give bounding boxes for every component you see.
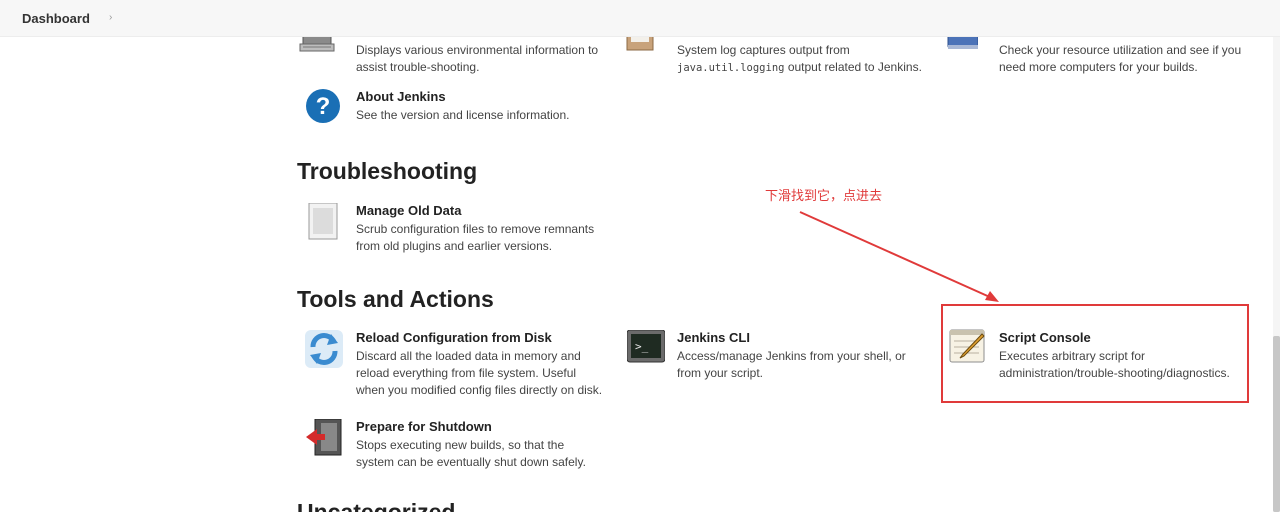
system-log-desc-start: System log captures output from <box>677 43 850 57</box>
prepare-shutdown-title[interactable]: Prepare for Shutdown <box>356 419 492 434</box>
reload-configuration-title[interactable]: Reload Configuration from Disk <box>356 330 552 345</box>
terminal-icon: >_ <box>627 330 665 363</box>
section-heading-uncategorized: Uncategorized <box>297 499 456 512</box>
about-jenkins-desc: See the version and license information. <box>356 108 570 122</box>
system-log-desc-end: output related to Jenkins. <box>787 60 922 74</box>
page-scrollbar-thumb[interactable] <box>1273 336 1280 512</box>
annotation-text: 下滑找到它，点进去 <box>765 189 883 204</box>
annotation-highlight-box <box>941 304 1249 403</box>
exit-door-icon <box>306 419 342 456</box>
refresh-icon <box>305 330 343 368</box>
section-heading-troubleshooting: Troubleshooting <box>297 158 478 184</box>
document-icon <box>308 203 338 240</box>
svg-text:?: ? <box>316 93 331 120</box>
load-statistics-desc: Check your resource utilization and see … <box>999 43 1242 74</box>
jenkins-manage-page: Dashboard › Displays various environment… <box>0 0 1280 512</box>
breadcrumb-dashboard[interactable]: Dashboard <box>22 11 90 26</box>
annotation-arrow <box>799 211 999 302</box>
system-log-desc-code: java.util.logging <box>677 62 785 74</box>
system-log-desc: System log captures output from java.uti… <box>677 42 942 77</box>
jenkins-cli-desc: Access/manage Jenkins from your shell, o… <box>677 349 906 380</box>
manage-old-data-desc: Scrub configuration files to remove remn… <box>356 222 595 253</box>
prepare-shutdown-desc: Stops executing new builds, so that the … <box>356 438 586 469</box>
about-jenkins-title[interactable]: About Jenkins <box>356 89 446 104</box>
jenkins-cli-title[interactable]: Jenkins CLI <box>677 330 750 345</box>
manage-old-data-title[interactable]: Manage Old Data <box>356 203 461 218</box>
breadcrumb-chevron-icon[interactable]: › <box>109 12 112 23</box>
svg-text:>_: >_ <box>635 340 649 353</box>
section-heading-tools-and-actions: Tools and Actions <box>297 286 494 312</box>
help-icon: ? <box>306 89 340 123</box>
breadcrumb-bar: Dashboard › <box>0 0 1280 37</box>
reload-configuration-desc: Discard all the loaded data in memory an… <box>356 349 603 397</box>
system-information-desc: Displays various environmental informati… <box>356 43 599 74</box>
